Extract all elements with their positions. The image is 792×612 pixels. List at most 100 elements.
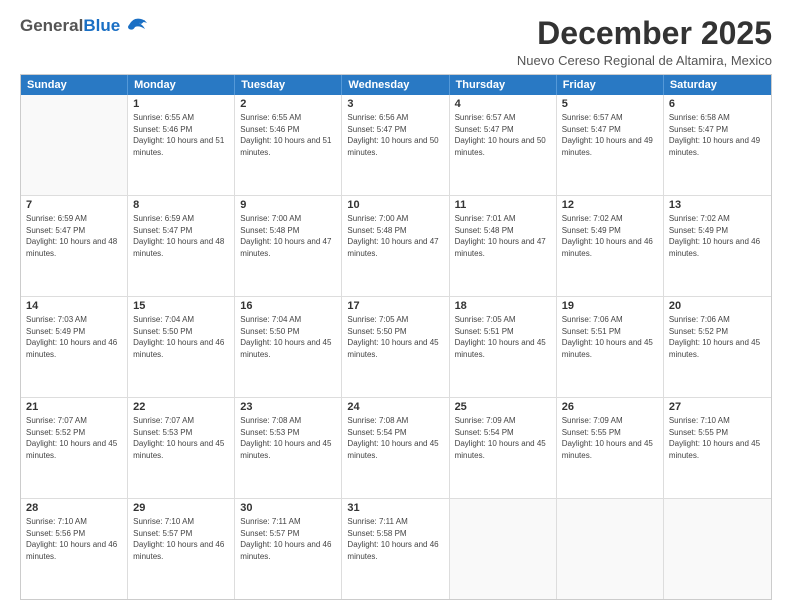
calendar-cell: 8 Sunrise: 6:59 AMSunset: 5:47 PMDaylight… bbox=[128, 196, 235, 296]
day-number: 1 bbox=[133, 98, 229, 110]
calendar-day-header: Sunday bbox=[21, 75, 128, 95]
calendar-cell: 27 Sunrise: 7:10 AMSunset: 5:55 PMDayligh… bbox=[664, 398, 771, 498]
day-number: 9 bbox=[240, 199, 336, 211]
calendar-cell: 10Sunrise: 7:00 AMSunset: 5:48 PMDayligh… bbox=[342, 196, 449, 296]
day-number: 20 bbox=[669, 300, 766, 312]
day-info: Sunrise: 7:03 AMSunset: 5:49 PMDaylight:… bbox=[26, 314, 122, 360]
day-info: Sunrise: 6:57 AMSunset: 5:47 PMDaylight:… bbox=[562, 112, 658, 158]
calendar-row: 21Sunrise: 7:07 AMSunset: 5:52 PMDayligh… bbox=[21, 397, 771, 498]
calendar-cell: 21Sunrise: 7:07 AMSunset: 5:52 PMDayligh… bbox=[21, 398, 128, 498]
calendar-cell: 4 Sunrise: 6:57 AMSunset: 5:47 PMDaylight… bbox=[450, 95, 557, 195]
day-info: Sunrise: 7:00 AMSunset: 5:48 PMDaylight:… bbox=[240, 213, 336, 259]
day-info: Sunrise: 6:57 AMSunset: 5:47 PMDaylight:… bbox=[455, 112, 551, 158]
day-number: 16 bbox=[240, 300, 336, 312]
day-number: 25 bbox=[455, 401, 551, 413]
calendar-cell: 25 Sunrise: 7:09 AMSunset: 5:54 PMDayligh… bbox=[450, 398, 557, 498]
day-number: 7 bbox=[26, 199, 122, 211]
day-info: Sunrise: 7:10 AMSunset: 5:55 PMDaylight:… bbox=[669, 415, 766, 461]
calendar-cell: 6 Sunrise: 6:58 AMSunset: 5:47 PMDaylight… bbox=[664, 95, 771, 195]
calendar-cell: 2 Sunrise: 6:55 AMSunset: 5:46 PMDaylight… bbox=[235, 95, 342, 195]
day-info: Sunrise: 7:04 AMSunset: 5:50 PMDaylight:… bbox=[133, 314, 229, 360]
day-number: 2 bbox=[240, 98, 336, 110]
day-info: Sunrise: 7:02 AMSunset: 5:49 PMDaylight:… bbox=[562, 213, 658, 259]
calendar-cell: 19 Sunrise: 7:06 AMSunset: 5:51 PMDayligh… bbox=[557, 297, 664, 397]
day-number: 13 bbox=[669, 199, 766, 211]
day-number: 18 bbox=[455, 300, 551, 312]
day-info: Sunrise: 7:08 AMSunset: 5:54 PMDaylight:… bbox=[347, 415, 443, 461]
calendar-cell: 15Sunrise: 7:04 AMSunset: 5:50 PMDayligh… bbox=[128, 297, 235, 397]
calendar-day-header: Thursday bbox=[450, 75, 557, 95]
calendar-cell: 5 Sunrise: 6:57 AMSunset: 5:47 PMDaylight… bbox=[557, 95, 664, 195]
day-info: Sunrise: 6:58 AMSunset: 5:47 PMDaylight:… bbox=[669, 112, 766, 158]
calendar-cell: 9 Sunrise: 7:00 AMSunset: 5:48 PMDaylight… bbox=[235, 196, 342, 296]
calendar-cell bbox=[557, 499, 664, 599]
calendar-cell bbox=[21, 95, 128, 195]
day-info: Sunrise: 6:59 AMSunset: 5:47 PMDaylight:… bbox=[133, 213, 229, 259]
day-number: 19 bbox=[562, 300, 658, 312]
day-info: Sunrise: 7:04 AMSunset: 5:50 PMDaylight:… bbox=[240, 314, 336, 360]
calendar-cell bbox=[664, 499, 771, 599]
calendar-cell: 14Sunrise: 7:03 AMSunset: 5:49 PMDayligh… bbox=[21, 297, 128, 397]
day-info: Sunrise: 7:01 AMSunset: 5:48 PMDaylight:… bbox=[455, 213, 551, 259]
logo-blue: Blue bbox=[83, 16, 120, 35]
day-number: 12 bbox=[562, 199, 658, 211]
calendar-cell bbox=[450, 499, 557, 599]
calendar-row: 7 Sunrise: 6:59 AMSunset: 5:47 PMDaylight… bbox=[21, 195, 771, 296]
day-info: Sunrise: 7:10 AMSunset: 5:57 PMDaylight:… bbox=[133, 516, 229, 562]
day-number: 11 bbox=[455, 199, 551, 211]
calendar-cell: 29Sunrise: 7:10 AMSunset: 5:57 PMDayligh… bbox=[128, 499, 235, 599]
calendar-cell: 13 Sunrise: 7:02 AMSunset: 5:49 PMDayligh… bbox=[664, 196, 771, 296]
calendar: SundayMondayTuesdayWednesdayThursdayFrid… bbox=[20, 74, 772, 600]
day-number: 6 bbox=[669, 98, 766, 110]
day-number: 4 bbox=[455, 98, 551, 110]
day-number: 31 bbox=[347, 502, 443, 514]
day-number: 27 bbox=[669, 401, 766, 413]
calendar-cell: 1 Sunrise: 6:55 AMSunset: 5:46 PMDaylight… bbox=[128, 95, 235, 195]
day-info: Sunrise: 7:07 AMSunset: 5:52 PMDaylight:… bbox=[26, 415, 122, 461]
calendar-cell: 22Sunrise: 7:07 AMSunset: 5:53 PMDayligh… bbox=[128, 398, 235, 498]
day-info: Sunrise: 6:55 AMSunset: 5:46 PMDaylight:… bbox=[133, 112, 229, 158]
page: GeneralBlue December 2025 Nuevo Cereso R… bbox=[0, 0, 792, 612]
day-number: 8 bbox=[133, 199, 229, 211]
day-number: 24 bbox=[347, 401, 443, 413]
day-info: Sunrise: 7:02 AMSunset: 5:49 PMDaylight:… bbox=[669, 213, 766, 259]
day-number: 23 bbox=[240, 401, 336, 413]
day-info: Sunrise: 7:09 AMSunset: 5:54 PMDaylight:… bbox=[455, 415, 551, 461]
logo-bird-icon bbox=[125, 15, 149, 35]
header: GeneralBlue December 2025 Nuevo Cereso R… bbox=[20, 16, 772, 68]
calendar-cell: 7 Sunrise: 6:59 AMSunset: 5:47 PMDaylight… bbox=[21, 196, 128, 296]
calendar-cell: 28Sunrise: 7:10 AMSunset: 5:56 PMDayligh… bbox=[21, 499, 128, 599]
calendar-cell: 20Sunrise: 7:06 AMSunset: 5:52 PMDayligh… bbox=[664, 297, 771, 397]
day-info: Sunrise: 7:11 AMSunset: 5:58 PMDaylight:… bbox=[347, 516, 443, 562]
day-number: 3 bbox=[347, 98, 443, 110]
day-info: Sunrise: 7:11 AMSunset: 5:57 PMDaylight:… bbox=[240, 516, 336, 562]
calendar-body: 1 Sunrise: 6:55 AMSunset: 5:46 PMDaylight… bbox=[21, 95, 771, 599]
calendar-cell: 24 Sunrise: 7:08 AMSunset: 5:54 PMDayligh… bbox=[342, 398, 449, 498]
logo: GeneralBlue bbox=[20, 16, 149, 36]
title-section: December 2025 Nuevo Cereso Regional de A… bbox=[517, 16, 772, 68]
day-info: Sunrise: 7:00 AMSunset: 5:48 PMDaylight:… bbox=[347, 213, 443, 259]
calendar-cell: 17 Sunrise: 7:05 AMSunset: 5:50 PMDayligh… bbox=[342, 297, 449, 397]
day-info: Sunrise: 6:55 AMSunset: 5:46 PMDaylight:… bbox=[240, 112, 336, 158]
day-info: Sunrise: 7:10 AMSunset: 5:56 PMDaylight:… bbox=[26, 516, 122, 562]
day-number: 30 bbox=[240, 502, 336, 514]
day-info: Sunrise: 7:08 AMSunset: 5:53 PMDaylight:… bbox=[240, 415, 336, 461]
month-title: December 2025 bbox=[517, 16, 772, 51]
day-info: Sunrise: 7:07 AMSunset: 5:53 PMDaylight:… bbox=[133, 415, 229, 461]
day-number: 5 bbox=[562, 98, 658, 110]
calendar-cell: 3Sunrise: 6:56 AMSunset: 5:47 PMDaylight… bbox=[342, 95, 449, 195]
day-info: Sunrise: 7:06 AMSunset: 5:51 PMDaylight:… bbox=[562, 314, 658, 360]
day-number: 17 bbox=[347, 300, 443, 312]
calendar-row: 14Sunrise: 7:03 AMSunset: 5:49 PMDayligh… bbox=[21, 296, 771, 397]
calendar-cell: 30 Sunrise: 7:11 AMSunset: 5:57 PMDayligh… bbox=[235, 499, 342, 599]
day-info: Sunrise: 7:05 AMSunset: 5:50 PMDaylight:… bbox=[347, 314, 443, 360]
day-info: Sunrise: 7:09 AMSunset: 5:55 PMDaylight:… bbox=[562, 415, 658, 461]
day-info: Sunrise: 7:05 AMSunset: 5:51 PMDaylight:… bbox=[455, 314, 551, 360]
calendar-cell: 11 Sunrise: 7:01 AMSunset: 5:48 PMDayligh… bbox=[450, 196, 557, 296]
subtitle: Nuevo Cereso Regional de Altamira, Mexic… bbox=[517, 53, 772, 68]
day-info: Sunrise: 6:59 AMSunset: 5:47 PMDaylight:… bbox=[26, 213, 122, 259]
calendar-cell: 26Sunrise: 7:09 AMSunset: 5:55 PMDayligh… bbox=[557, 398, 664, 498]
calendar-row: 1 Sunrise: 6:55 AMSunset: 5:46 PMDaylight… bbox=[21, 95, 771, 195]
calendar-day-header: Wednesday bbox=[342, 75, 449, 95]
calendar-cell: 12 Sunrise: 7:02 AMSunset: 5:49 PMDayligh… bbox=[557, 196, 664, 296]
